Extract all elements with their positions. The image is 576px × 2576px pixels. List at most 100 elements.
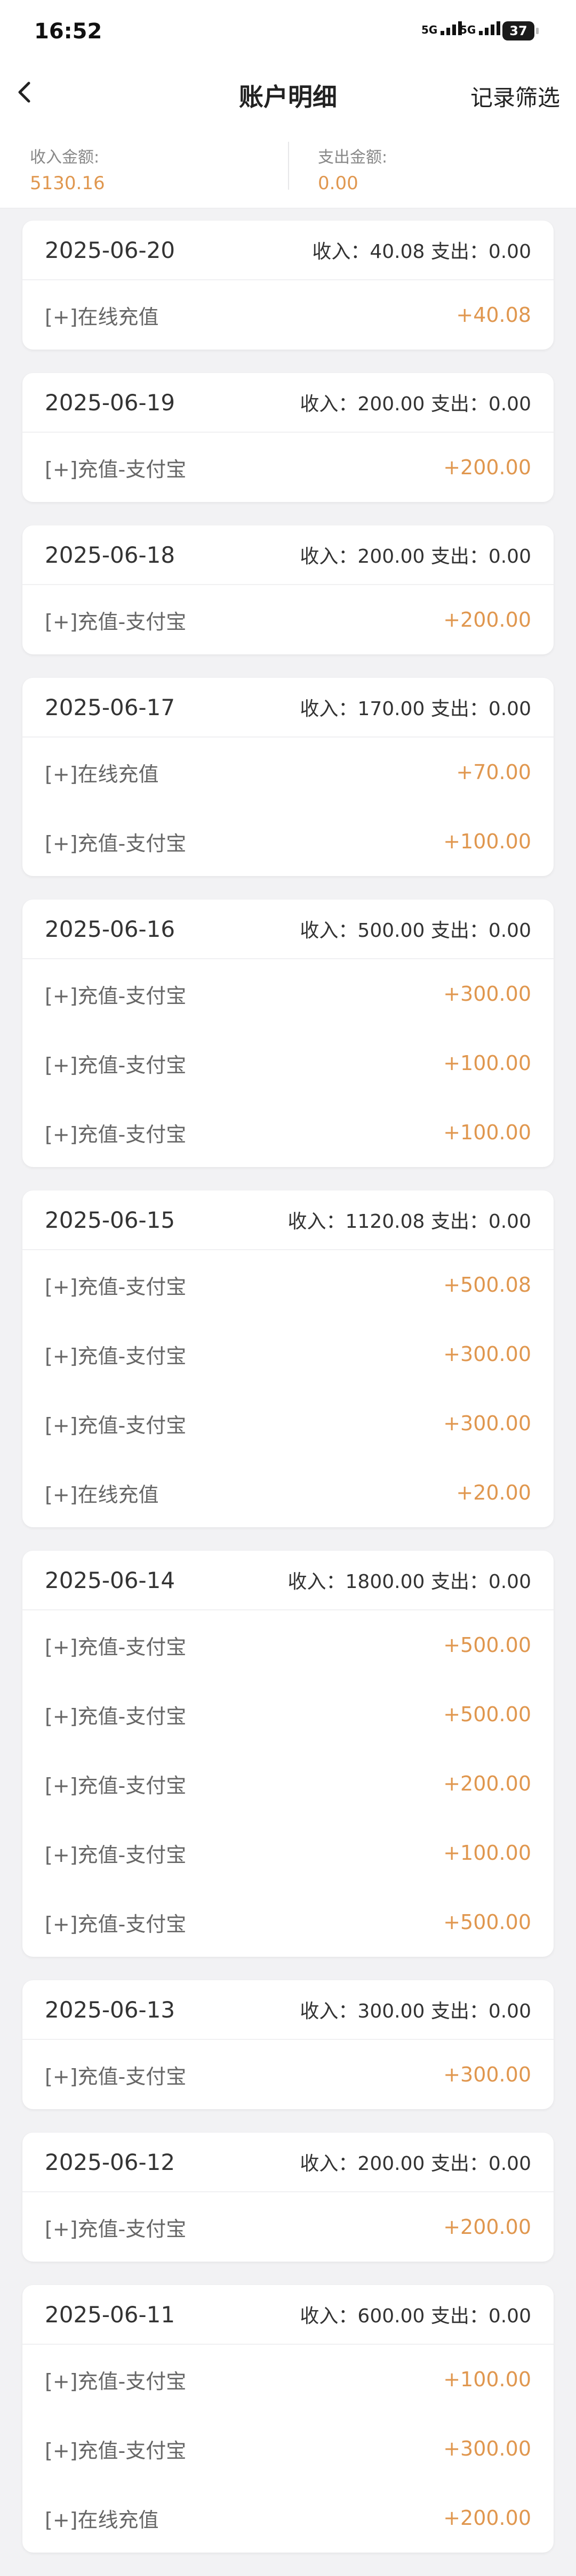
transaction-amount: +20.00 [456, 1481, 531, 1504]
transaction-amount: +100.00 [443, 1051, 531, 1075]
transaction-row[interactable]: [+]充值-支付宝 +200.00 [22, 2192, 554, 2262]
day-date: 2025-06-16 [45, 916, 175, 942]
day-summary: 收入：200.00 支出：0.00 [300, 393, 531, 415]
day-date: 2025-06-18 [45, 541, 175, 568]
transaction-label: [+]充值-支付宝 [45, 1122, 187, 1146]
signal-icon: 5G [421, 21, 462, 35]
transaction-row[interactable]: [+]充值-支付宝 +300.00 [22, 2040, 554, 2109]
day-card-header: 2025-06-17 收入：170.00 支出：0.00 [22, 678, 554, 738]
transaction-label: [+]充值-支付宝 [45, 1413, 187, 1437]
transaction-row[interactable]: [+]充值-支付宝 +200.00 [22, 1749, 554, 1818]
transaction-row[interactable]: [+]充值-支付宝 +100.00 [22, 807, 554, 876]
transaction-label: [+]充值-支付宝 [45, 1344, 187, 1368]
transaction-row[interactable]: [+]充值-支付宝 +300.00 [22, 959, 554, 1028]
transaction-row[interactable]: [+]在线充值 +70.00 [22, 738, 554, 807]
transaction-label: [+]充值-支付宝 [45, 1275, 187, 1299]
day-card: 2025-06-14 收入：1800.00 支出：0.00 [+]充值-支付宝 +50… [22, 1551, 554, 1957]
day-summary: 收入：500.00 支出：0.00 [300, 920, 531, 942]
day-card-header: 2025-06-14 收入：1800.00 支出：0.00 [22, 1551, 554, 1610]
transaction-amount: +500.00 [443, 1633, 531, 1657]
transaction-row[interactable]: [+]在线充值 +40.08 [22, 280, 554, 350]
transaction-row[interactable]: [+]充值-支付宝 +300.00 [22, 1319, 554, 1389]
day-summary: 收入：40.08 支出：0.00 [312, 241, 531, 263]
day-card-header: 2025-06-19 收入：200.00 支出：0.00 [22, 373, 554, 433]
day-card: 2025-06-18 收入：200.00 支出：0.00 [+]充值-支付宝 +200… [22, 525, 554, 654]
network-type-label: 5G [460, 23, 476, 36]
transaction-row[interactable]: [+]充值-支付宝 +300.00 [22, 1389, 554, 1458]
transaction-row[interactable]: [+]充值-支付宝 +300.00 [22, 2414, 554, 2483]
transaction-amount: +200.00 [443, 608, 531, 631]
day-card: 2025-06-20 收入：40.08 支出：0.00 [+]在线充值 +40.08 [22, 221, 554, 350]
day-card: 2025-06-12 收入：200.00 支出：0.00 [+]充值-支付宝 +200… [22, 2133, 554, 2262]
transaction-label: [+]充值-支付宝 [45, 1053, 187, 1077]
day-card-header: 2025-06-15 收入：1120.08 支出：0.00 [22, 1190, 554, 1250]
transaction-label: [+]在线充值 [45, 1483, 159, 1506]
transaction-row[interactable]: [+]充值-支付宝 +100.00 [22, 1818, 554, 1888]
day-date: 2025-06-11 [45, 2301, 175, 2328]
transaction-row[interactable]: [+]充值-支付宝 +100.00 [22, 2345, 554, 2414]
transaction-row[interactable]: [+]充值-支付宝 +500.00 [22, 1888, 554, 1957]
transaction-row[interactable]: [+]在线充值 +200.00 [22, 2483, 554, 2553]
day-summary: 收入：300.00 支出：0.00 [300, 2000, 531, 2022]
transaction-amount: +70.00 [456, 760, 531, 784]
day-card: 2025-06-13 收入：300.00 支出：0.00 [+]充值-支付宝 +300… [22, 1980, 554, 2109]
day-date: 2025-06-12 [45, 2149, 175, 2175]
transaction-label: [+]充值-支付宝 [45, 831, 187, 855]
transaction-label: [+]充值-支付宝 [45, 610, 187, 634]
transaction-row[interactable]: [+]充值-支付宝 +200.00 [22, 585, 554, 654]
transaction-amount: +200.00 [443, 456, 531, 479]
summary-divider [288, 142, 289, 190]
transaction-row[interactable]: [+]充值-支付宝 +500.00 [22, 1680, 554, 1749]
transaction-row[interactable]: [+]充值-支付宝 +500.00 [22, 1610, 554, 1680]
transaction-label: [+]充值-支付宝 [45, 1635, 187, 1659]
transaction-amount: +300.00 [443, 2063, 531, 2086]
expense-label: 支出金额: [318, 148, 388, 167]
transaction-label: [+]充值-支付宝 [45, 2439, 187, 2462]
day-summary: 收入：200.00 支出：0.00 [300, 2153, 531, 2175]
nav-bar: 账户明细 记录筛选 [0, 64, 576, 123]
transaction-amount: +100.00 [443, 830, 531, 853]
day-summary: 收入：1120.08 支出：0.00 [287, 1211, 531, 1233]
transaction-amount: +300.00 [443, 1412, 531, 1435]
transaction-label: [+]在线充值 [45, 305, 159, 329]
day-card: 2025-06-17 收入：170.00 支出：0.00 [+]在线充值 +70.00… [22, 678, 554, 876]
signal-icon: 5G [460, 21, 501, 36]
transaction-amount: +100.00 [443, 1841, 531, 1865]
day-date: 2025-06-15 [45, 1206, 175, 1233]
transaction-row[interactable]: [+]在线充值 +20.00 [22, 1458, 554, 1527]
transaction-row[interactable]: [+]充值-支付宝 +100.00 [22, 1028, 554, 1098]
transaction-row[interactable]: [+]充值-支付宝 +200.00 [22, 433, 554, 502]
transaction-label: [+]在线充值 [45, 2508, 159, 2532]
transaction-label: [+]充值-支付宝 [45, 2064, 187, 2088]
transaction-amount: +200.00 [443, 2506, 531, 2530]
transaction-row[interactable]: [+]充值-支付宝 +500.08 [22, 1250, 554, 1319]
day-card: 2025-06-16 收入：500.00 支出：0.00 [+]充值-支付宝 +300… [22, 900, 554, 1167]
expense-value: 0.00 [318, 173, 358, 194]
transaction-amount: +200.00 [443, 2215, 531, 2239]
transaction-amount: +300.00 [443, 1342, 531, 1366]
record-filter-button[interactable]: 记录筛选 [470, 80, 560, 112]
day-summary: 收入：200.00 支出：0.00 [300, 546, 531, 568]
day-card-header: 2025-06-20 收入：40.08 支出：0.00 [22, 221, 554, 280]
income-value: 5130.16 [30, 173, 105, 194]
transaction-label: [+]在线充值 [45, 762, 159, 786]
status-bar: 16:52 5G 5G 37 [0, 0, 576, 64]
transaction-label: [+]充值-支付宝 [45, 2369, 187, 2393]
day-card: 2025-06-15 收入：1120.08 支出：0.00 [+]充值-支付宝 +50… [22, 1190, 554, 1527]
day-date: 2025-06-13 [45, 1996, 175, 2023]
day-card-header: 2025-06-12 收入：200.00 支出：0.00 [22, 2133, 554, 2192]
transaction-amount: +40.08 [456, 303, 531, 327]
day-date: 2025-06-19 [45, 389, 175, 416]
income-summary: 收入金额: 5130.16 [30, 144, 105, 194]
transaction-label: [+]充值-支付宝 [45, 1912, 187, 1936]
transaction-label: [+]充值-支付宝 [45, 984, 187, 1008]
day-summary: 收入：600.00 支出：0.00 [300, 2305, 531, 2327]
transaction-amount: +300.00 [443, 982, 531, 1006]
transaction-amount: +500.00 [443, 1910, 531, 1934]
account-summary: 收入金额: 5130.16 支出金额: 0.00 [0, 123, 576, 208]
day-card-header: 2025-06-11 收入：600.00 支出：0.00 [22, 2285, 554, 2345]
transaction-label: [+]充值-支付宝 [45, 457, 187, 481]
transaction-row[interactable]: [+]充值-支付宝 +100.00 [22, 1098, 554, 1167]
transaction-amount: +500.08 [443, 1273, 531, 1297]
daily-record-list: 2025-06-20 收入：40.08 支出：0.00 [+]在线充值 +40.08 2… [22, 221, 554, 2576]
